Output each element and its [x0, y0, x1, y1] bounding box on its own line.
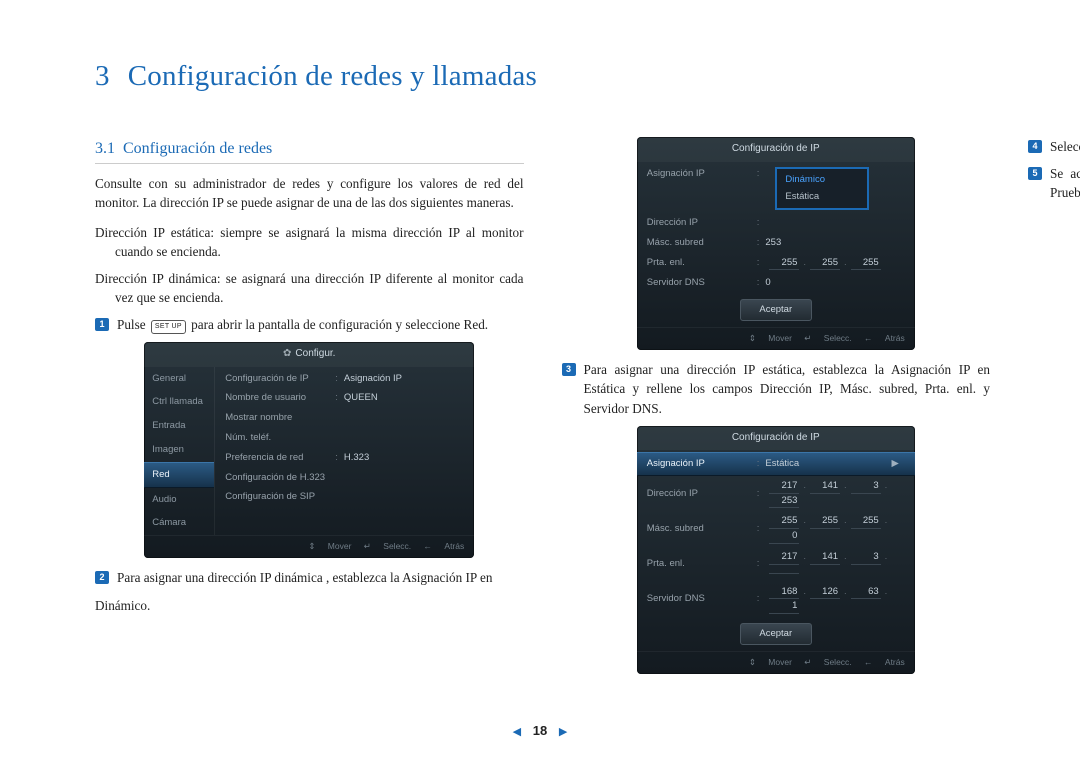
- setup-key-icon: SET UP: [151, 320, 186, 334]
- step-4: 4 Seleccione Aceptar para guardar la nue…: [1028, 137, 1080, 156]
- row-label: Configuración de IP: [225, 372, 335, 386]
- section-number: 3.1: [95, 140, 115, 157]
- row-label: Másc. subred: [647, 522, 757, 536]
- step-badge: 4: [1028, 140, 1042, 153]
- row-label: Servidor DNS: [647, 276, 757, 290]
- shot1-title: Configur.: [144, 342, 474, 367]
- shot1-footer: ⇕ Mover ↵ Selecc. ← Atrás: [144, 535, 474, 558]
- screenshot-ipconfig-dynamic: Configuración de IP Asignación IP : Diná…: [637, 137, 915, 350]
- chapter-title: 3 Configuración de redes y llamadas: [95, 55, 990, 97]
- row-value: 253: [765, 236, 904, 250]
- row-label: Prta. enl.: [647, 557, 757, 571]
- row-value: 255.255.255.0: [765, 514, 904, 544]
- sidebar-item: General: [144, 367, 214, 391]
- dropdown-option: Estática: [777, 188, 867, 206]
- hint-back: ← Atrás: [864, 657, 905, 667]
- next-page-button[interactable]: ▶: [559, 726, 567, 738]
- hint-move: ⇕ Mover: [749, 657, 792, 667]
- intro-paragraph: Consulte con su administrador de redes y…: [95, 174, 524, 212]
- pager: ◀ 18 ▶: [0, 722, 1080, 741]
- definition-dynamic: Dirección IP dinámica: se asignará una d…: [95, 269, 524, 307]
- row-value: QUEEN: [344, 391, 464, 405]
- step-1: 1 Pulse SET UP para abrir la pantalla de…: [95, 315, 524, 334]
- chapter-number: 3: [95, 60, 110, 92]
- shot2-footer: ⇕ Mover ↵ Selecc. ← Atrás: [637, 327, 915, 350]
- dropdown-option-selected: Dinámico: [777, 171, 867, 189]
- row-value: H.323: [344, 451, 464, 465]
- step-4-text: Seleccione Aceptar para guardar la nueva…: [1050, 137, 1080, 156]
- step-1-a: Pulse: [117, 317, 149, 332]
- accept-button: Aceptar: [740, 623, 812, 645]
- hint-select: ↵ Selecc.: [364, 541, 411, 551]
- row-label: Asignación IP: [647, 167, 757, 181]
- row-label: Asignación IP: [647, 457, 757, 471]
- row-selected: Asignación IP: Estática ▶: [637, 452, 915, 476]
- step-5: 5 Se aconseja que compruebe que los valo…: [1028, 164, 1080, 202]
- hint-back: ← Atrás: [424, 541, 465, 551]
- sidebar-item: Cámara: [144, 511, 214, 535]
- chevron-right-icon: ▶: [891, 457, 898, 471]
- row-label: Configuración de SIP: [225, 490, 335, 504]
- row-value: 217.141.3.253: [765, 479, 904, 509]
- step-2-continuation: Dinámico.: [95, 596, 524, 615]
- row-label: Dirección IP: [647, 216, 757, 230]
- chapter-text: Configuración de redes y llamadas: [128, 60, 537, 92]
- assign-dropdown: Dinámico Estática: [775, 167, 869, 211]
- definition-static: Dirección IP estática: siempre se asigna…: [95, 223, 524, 261]
- row-value: 217.141.3.: [765, 550, 904, 579]
- step-badge: 2: [95, 571, 109, 584]
- step-5-text: Se aconseja que compruebe que los valore…: [1050, 164, 1080, 202]
- shot3-title: Configuración de IP: [637, 426, 915, 451]
- hint-select: ↵ Selecc.: [804, 333, 851, 343]
- step-3: 3 Para asignar una dirección IP estática…: [562, 360, 991, 417]
- step-2-text: Para asignar una dirección IP dinámica ,…: [117, 568, 524, 587]
- shot3-footer: ⇕ Mover ↵ Selecc. ← Atrás: [637, 651, 915, 674]
- step-1-b: para abrir la pantalla de configuración …: [188, 317, 488, 332]
- screenshot-configur: Configur. General Ctrl llamada Entrada I…: [144, 342, 474, 558]
- screenshot-ipconfig-static: Configuración de IP Asignación IP: Estát…: [637, 426, 915, 674]
- row-label: Núm. teléf.: [225, 431, 335, 445]
- row-label: Preferencia de red: [225, 451, 335, 465]
- row-value: 168.126.63.1: [765, 585, 904, 615]
- shot2-title: Configuración de IP: [637, 137, 915, 162]
- shot1-main: Configuración de IP:Asignación IP Nombre…: [215, 367, 474, 535]
- page-number: 18: [533, 723, 547, 738]
- sidebar-item: Audio: [144, 488, 214, 512]
- hint-select: ↵ Selecc.: [804, 657, 851, 667]
- row-value: 0: [765, 276, 904, 290]
- hint-move: ⇕ Mover: [749, 333, 792, 343]
- row-label: Nombre de usuario: [225, 391, 335, 405]
- sidebar-item: Imagen: [144, 438, 214, 462]
- accept-button: Aceptar: [740, 299, 812, 321]
- sidebar-item: Ctrl llamada: [144, 390, 214, 414]
- row-value: Asignación IP: [344, 372, 464, 386]
- shot1-sidebar: General Ctrl llamada Entrada Imagen Red …: [144, 367, 215, 535]
- section-text: Configuración de redes: [123, 140, 272, 157]
- row-label: Configuración de H.323: [225, 471, 335, 485]
- sidebar-item: Entrada: [144, 414, 214, 438]
- section-title: 3.1 Configuración de redes: [95, 137, 524, 164]
- row-label: Servidor DNS: [647, 592, 757, 606]
- row-label: Másc. subred: [647, 236, 757, 250]
- step-3-text: Para asignar una dirección IP estática, …: [584, 360, 991, 417]
- sidebar-item-selected: Red: [144, 462, 214, 488]
- row-label: Dirección IP: [647, 487, 757, 501]
- row-value: Estática: [765, 457, 891, 471]
- row-label: Mostrar nombre: [225, 411, 335, 425]
- row-label: Prta. enl.: [647, 256, 757, 270]
- step-badge: 5: [1028, 167, 1042, 180]
- hint-back: ← Atrás: [864, 333, 905, 343]
- step-badge: 3: [562, 363, 576, 376]
- hint-move: ⇕ Mover: [308, 541, 351, 551]
- row-value: 255.255.255: [765, 256, 904, 271]
- step-badge: 1: [95, 318, 109, 331]
- step-1-text: Pulse SET UP para abrir la pantalla de c…: [117, 315, 524, 334]
- step-2: 2 Para asignar una dirección IP dinámica…: [95, 568, 524, 587]
- prev-page-button[interactable]: ◀: [513, 726, 521, 738]
